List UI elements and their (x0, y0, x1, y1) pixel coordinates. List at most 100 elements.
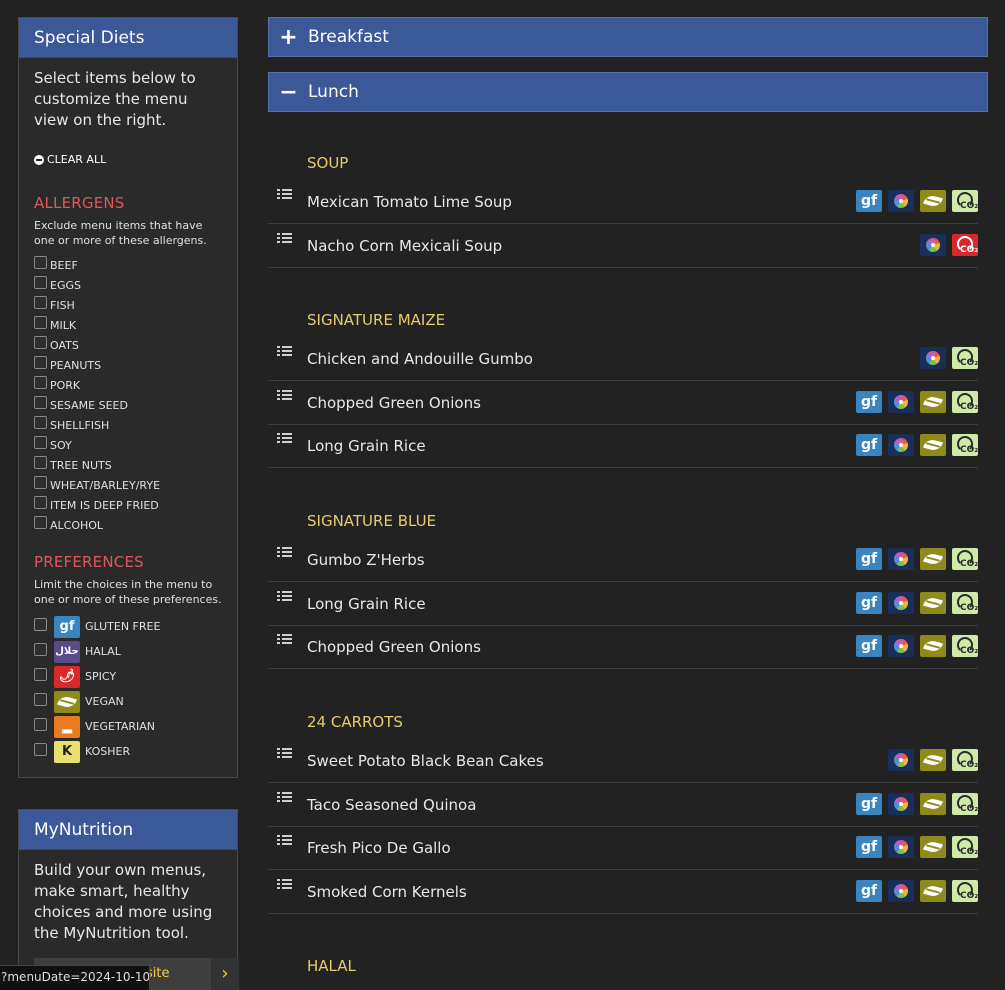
list-details-icon[interactable] (277, 389, 293, 404)
list-details-icon[interactable] (277, 748, 293, 762)
preference-option: K KOSHER (34, 739, 223, 764)
allergen-label: FISH (50, 298, 75, 312)
pie-shape (894, 753, 908, 767)
co2-glyph: CO₂ (954, 550, 978, 569)
allergen-checkbox[interactable] (34, 436, 47, 449)
leaf-shape (923, 840, 943, 855)
gluten-free-icon: gf (856, 792, 882, 815)
menu-item-name[interactable]: Taco Seasoned Quinoa (307, 796, 476, 814)
allergen-checkbox[interactable] (34, 496, 47, 509)
menu-item-name[interactable]: Long Grain Rice (307, 437, 426, 455)
special-diets-panel: Special Diets Select items below to cust… (18, 17, 238, 778)
list-details-icon[interactable] (277, 232, 293, 247)
menu-item-row: Chicken and Andouille Gumbo CO₂ (268, 338, 978, 381)
low-carbon-icon: CO₂ (952, 635, 979, 658)
menu-item-name[interactable]: Gumbo Z'Herbs (307, 551, 425, 569)
gluten-free-icon: gf (856, 591, 882, 614)
gluten-free-icon: gf (856, 190, 882, 212)
list-details-icon[interactable] (277, 346, 293, 360)
pie-shape (894, 595, 908, 610)
menu-item-name[interactable]: Chicken and Andouille Gumbo (307, 350, 533, 368)
balanced-plate-icon (888, 749, 914, 771)
allergen-option: SHELLFISH (34, 415, 223, 435)
menu-item-name[interactable]: Long Grain Rice (307, 595, 426, 613)
preference-checkbox[interactable] (34, 643, 47, 656)
menu-item-badges: gf CO₂ (856, 792, 978, 815)
menu-item-name[interactable]: Sweet Potato Black Bean Cakes (307, 752, 544, 770)
preference-checkbox[interactable] (34, 718, 47, 731)
meal-toggle-lunch[interactable]: − Lunch (268, 72, 988, 112)
allergen-label: WHEAT/BARLEY/RYE (50, 478, 161, 492)
allergen-label: SESAME SEED (50, 398, 128, 412)
pie-shape (894, 639, 908, 654)
low-carbon-icon: CO₂ (952, 434, 979, 457)
vegan-icon (920, 434, 946, 457)
preference-checkbox[interactable] (34, 668, 47, 681)
co2-text: CO₂ (960, 445, 979, 456)
meal-toggle-breakfast[interactable]: + Breakfast (268, 17, 988, 57)
menu-item-row: Smoked Corn Kernels gf CO₂ (268, 871, 978, 914)
allergen-checkbox[interactable] (34, 516, 47, 529)
allergen-checkbox[interactable] (34, 296, 47, 309)
allergen-checkbox[interactable] (34, 336, 47, 349)
menu-item-row: Gumbo Z'Herbs gf CO₂ (268, 539, 978, 582)
co2-glyph: CO₂ (954, 838, 978, 857)
menu-item-name[interactable]: Chopped Green Onions (307, 638, 481, 656)
allergen-option: PEANUTS (34, 355, 223, 375)
mynutrition-title: MyNutrition (19, 810, 237, 850)
menu-item-row: Chopped Green Onions gf CO₂ (268, 626, 979, 670)
allergen-option: SESAME SEED (34, 395, 223, 415)
list-details-icon[interactable] (277, 433, 293, 447)
preferences-title: PREFERENCES (34, 553, 144, 571)
preference-option: VEGAN (34, 689, 223, 714)
gluten-free-icon: gf (856, 879, 882, 902)
low-carbon-icon: CO₂ (952, 749, 978, 771)
menu-item-name[interactable]: Fresh Pico De Gallo (307, 839, 451, 857)
list-details-icon[interactable] (277, 590, 293, 605)
list-details-icon[interactable] (277, 878, 293, 893)
menu-item-name[interactable]: Mexican Tomato Lime Soup (307, 193, 512, 211)
co2-text: CO₂ (960, 646, 979, 657)
mynutrition-text: Build your own menus, make smart, health… (34, 861, 213, 942)
list-details-icon[interactable] (277, 189, 293, 203)
allergen-label: PEANUTS (50, 358, 102, 372)
allergen-checkbox[interactable] (34, 476, 47, 489)
preference-checkbox[interactable] (34, 693, 47, 706)
station-title: 24 CARROTS (307, 713, 403, 731)
vegan-icon (920, 548, 946, 570)
menu-item-name[interactable]: Nacho Corn Mexicali Soup (307, 237, 502, 255)
preference-checkbox[interactable] (34, 618, 47, 631)
menu-item-badges: gf CO₂ (856, 591, 978, 614)
low-carbon-icon: CO₂ (952, 836, 978, 859)
allergen-checkbox[interactable] (34, 256, 47, 269)
balanced-plate-icon (888, 879, 914, 902)
gluten-free-icon: gf (856, 635, 882, 658)
list-details-icon[interactable] (277, 791, 293, 806)
allergen-checkbox[interactable] (34, 276, 47, 289)
allergen-checkbox[interactable] (34, 456, 47, 469)
menu-item-row: Chopped Green Onions gf CO₂ (268, 382, 978, 425)
chevron-right-icon[interactable]: › (211, 958, 239, 990)
list-details-icon[interactable] (277, 634, 293, 648)
allergen-option: OATS (34, 335, 223, 355)
allergen-checkbox[interactable] (34, 396, 47, 409)
preference-checkbox[interactable] (34, 743, 47, 756)
allergen-checkbox[interactable] (34, 376, 47, 389)
list-details-icon[interactable] (277, 547, 293, 561)
halal-icon: حلال (54, 640, 80, 663)
menu-item-row: Nacho Corn Mexicali Soup CO₂ (268, 225, 978, 268)
gluten-free-icon: gf (856, 390, 882, 413)
clear-all-button[interactable]: CLEAR ALL (34, 153, 223, 166)
preferences-list: gf GLUTEN FREE حلال HALAL 🌶 SPICY VEGAN ▂ VEGETA… (34, 614, 223, 764)
low-carbon-icon: CO₂ (952, 190, 978, 212)
menu-item-name[interactable]: Chopped Green Onions (307, 394, 481, 412)
allergen-checkbox[interactable] (34, 356, 47, 369)
allergen-checkbox[interactable] (34, 416, 47, 429)
menu-item-name[interactable]: Smoked Corn Kernels (307, 883, 467, 901)
co2-text: CO₂ (960, 401, 979, 412)
allergen-checkbox[interactable] (34, 316, 47, 329)
low-carbon-icon: CO₂ (952, 591, 978, 614)
menu-item-badges: gf CO₂ (856, 635, 979, 658)
co2-glyph: CO₂ (954, 751, 978, 770)
list-details-icon[interactable] (277, 835, 293, 849)
